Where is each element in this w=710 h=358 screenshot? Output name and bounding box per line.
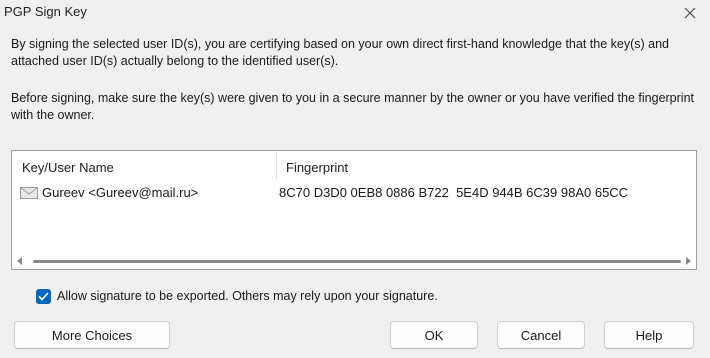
scroll-right-icon[interactable]: [685, 257, 691, 265]
pgp-sign-key-dialog: PGP Sign Key By signing the selected use…: [0, 0, 710, 358]
column-header-key-user-name[interactable]: Key/User Name: [22, 151, 114, 181]
envelope-icon: [20, 187, 38, 199]
scrollbar-thumb[interactable]: [33, 260, 681, 263]
key-list[interactable]: Key/User Name Fingerprint Gureev <Gureev…: [11, 150, 697, 270]
certification-text: By signing the selected user ID(s), you …: [11, 37, 669, 68]
help-button[interactable]: Help: [604, 321, 694, 349]
allow-export-checkbox[interactable]: [36, 288, 51, 304]
key-user-name: Gureev <Gureev@mail.ru>: [42, 185, 199, 200]
title-bar: PGP Sign Key: [0, 0, 710, 26]
close-button[interactable]: [678, 2, 702, 24]
verification-text: Before signing, make sure the key(s) wer…: [11, 91, 694, 122]
key-list-header: Key/User Name Fingerprint: [12, 151, 696, 181]
key-row[interactable]: Gureev <Gureev@mail.ru> 8C70 D3D0 0EB8 0…: [12, 182, 696, 204]
cancel-button[interactable]: Cancel: [497, 321, 585, 349]
column-divider[interactable]: [276, 153, 277, 179]
allow-export-label[interactable]: Allow signature to be exported. Others m…: [57, 289, 438, 303]
column-header-fingerprint[interactable]: Fingerprint: [286, 151, 348, 181]
key-fingerprint: 8C70 D3D0 0EB8 0886 B722 5E4D 944B 6C39 …: [279, 185, 629, 200]
window-title: PGP Sign Key: [4, 4, 87, 19]
scroll-left-icon[interactable]: [17, 257, 23, 265]
export-option[interactable]: Allow signature to be exported. Others m…: [36, 287, 438, 305]
horizontal-scrollbar[interactable]: [13, 254, 695, 268]
more-choices-button[interactable]: More Choices: [14, 321, 170, 349]
close-icon: [684, 7, 696, 19]
checkmark-icon: [38, 291, 49, 301]
ok-button[interactable]: OK: [390, 321, 478, 349]
